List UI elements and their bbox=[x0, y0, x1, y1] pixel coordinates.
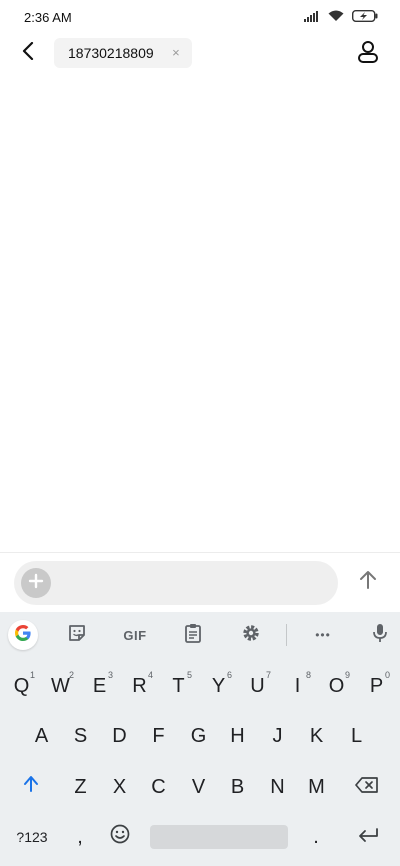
keyboard: GIF ••• Q 1 W 2 E 3 R 4 T 5 Y 6 U 7 I 8 … bbox=[0, 612, 400, 866]
status-icons bbox=[304, 10, 378, 22]
gear-icon bbox=[241, 623, 261, 648]
sticker-button[interactable] bbox=[62, 620, 92, 650]
keyboard-toolbar: GIF ••• bbox=[0, 612, 400, 658]
period-key[interactable]: . bbox=[298, 819, 334, 855]
arrow-up-icon bbox=[359, 570, 377, 595]
clipboard-icon bbox=[184, 623, 202, 648]
person-icon bbox=[357, 40, 379, 69]
space-key[interactable] bbox=[150, 825, 288, 849]
key-r[interactable]: R4 bbox=[120, 668, 159, 704]
key-z[interactable]: Z bbox=[61, 769, 100, 805]
status-time: 2:36 AM bbox=[24, 10, 72, 25]
key-d[interactable]: D bbox=[100, 718, 139, 754]
key-l[interactable]: L bbox=[337, 718, 376, 754]
back-button[interactable] bbox=[14, 39, 42, 67]
shift-key[interactable] bbox=[10, 769, 52, 805]
recipient-chip[interactable]: 18730218809 × bbox=[54, 38, 192, 68]
key-o[interactable]: O9 bbox=[317, 668, 356, 704]
more-button[interactable]: ••• bbox=[306, 620, 340, 650]
key-g[interactable]: G bbox=[179, 718, 218, 754]
key-k[interactable]: K bbox=[297, 718, 336, 754]
key-e[interactable]: E3 bbox=[80, 668, 119, 704]
key-u[interactable]: U7 bbox=[238, 668, 277, 704]
compose-field bbox=[14, 561, 338, 607]
contact-button[interactable] bbox=[354, 40, 382, 68]
settings-button[interactable] bbox=[236, 620, 266, 650]
message-input[interactable] bbox=[68, 561, 326, 607]
key-n[interactable]: N bbox=[258, 769, 297, 805]
key-i[interactable]: I8 bbox=[278, 668, 317, 704]
key-m[interactable]: M bbox=[297, 769, 336, 805]
key-h[interactable]: H bbox=[218, 718, 257, 754]
key-c[interactable]: C bbox=[139, 769, 178, 805]
key-x[interactable]: X bbox=[100, 769, 139, 805]
key-t[interactable]: T5 bbox=[159, 668, 198, 704]
more-label: ••• bbox=[315, 628, 331, 642]
enter-icon bbox=[357, 826, 379, 849]
key-p[interactable]: P0 bbox=[357, 668, 396, 704]
key-j[interactable]: J bbox=[258, 718, 297, 754]
plus-icon bbox=[28, 573, 44, 594]
gif-button[interactable]: GIF bbox=[118, 620, 152, 650]
google-button[interactable] bbox=[8, 620, 38, 650]
backspace-icon bbox=[355, 776, 379, 799]
compose-area bbox=[0, 552, 400, 613]
key-v[interactable]: V bbox=[179, 769, 218, 805]
recipient-number: 18730218809 bbox=[68, 45, 154, 61]
send-button[interactable] bbox=[354, 568, 382, 596]
sticker-icon bbox=[67, 623, 87, 648]
mic-button[interactable] bbox=[366, 620, 394, 650]
key-q[interactable]: Q1 bbox=[2, 668, 41, 704]
mic-icon bbox=[372, 623, 388, 648]
conversation-header: 18730218809 × bbox=[0, 36, 400, 72]
key-s[interactable]: S bbox=[61, 718, 100, 754]
enter-key[interactable] bbox=[346, 819, 390, 855]
toolbar-divider bbox=[286, 624, 287, 646]
google-icon bbox=[13, 623, 33, 648]
signal-icon bbox=[304, 10, 320, 22]
shift-arrow-icon bbox=[23, 775, 39, 799]
wifi-icon bbox=[328, 10, 344, 22]
backspace-key[interactable] bbox=[346, 769, 388, 805]
gif-label: GIF bbox=[123, 627, 147, 643]
comma-key[interactable]: , bbox=[62, 819, 98, 855]
status-bar: 2:36 AM bbox=[0, 0, 400, 36]
key-b[interactable]: B bbox=[218, 769, 257, 805]
emoji-icon bbox=[110, 824, 130, 850]
chip-remove-button[interactable]: × bbox=[172, 46, 180, 60]
attach-button[interactable] bbox=[21, 568, 51, 598]
battery-charging-icon bbox=[352, 10, 378, 22]
key-y[interactable]: Y6 bbox=[199, 668, 238, 704]
key-w[interactable]: W2 bbox=[41, 668, 80, 704]
symbols-key[interactable]: ?123 bbox=[6, 819, 58, 855]
message-list bbox=[0, 80, 400, 550]
clipboard-button[interactable] bbox=[178, 620, 208, 650]
key-a[interactable]: A bbox=[22, 718, 61, 754]
emoji-key[interactable] bbox=[102, 819, 138, 855]
key-f[interactable]: F bbox=[139, 718, 178, 754]
back-arrow-icon bbox=[21, 41, 35, 65]
